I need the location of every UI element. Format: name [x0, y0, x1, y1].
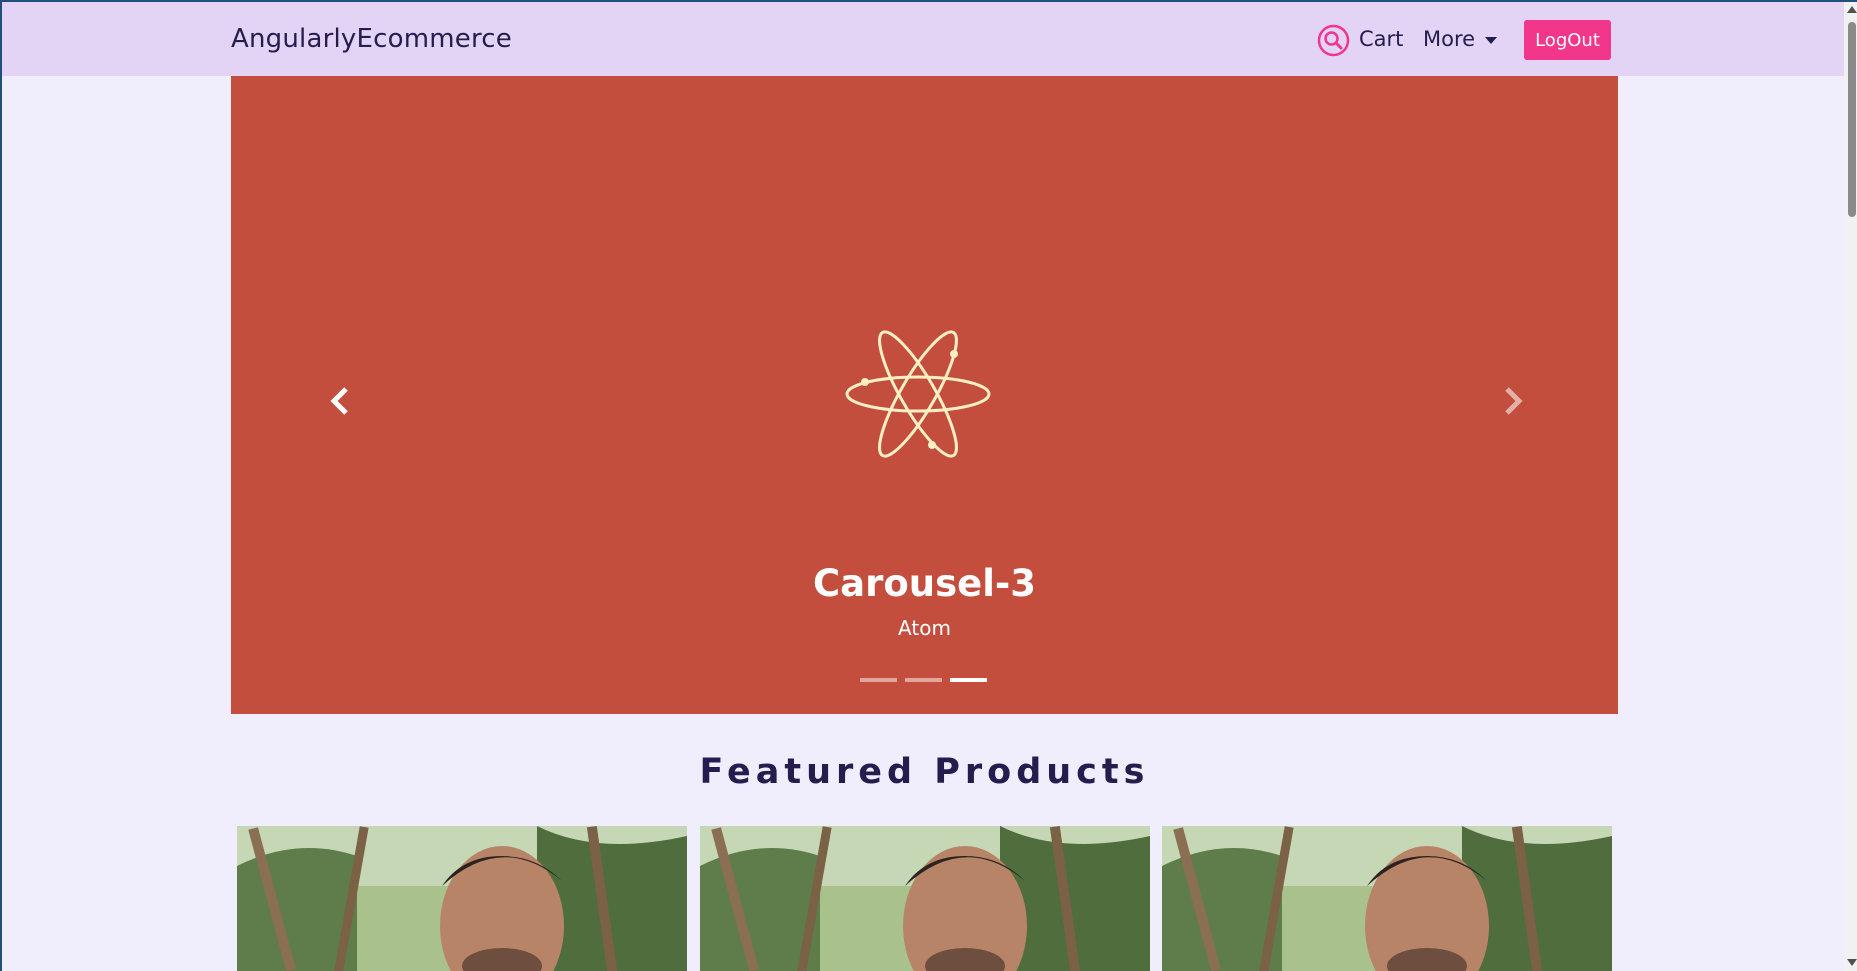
carousel-caption-subtitle: Atom: [898, 616, 951, 640]
chevron-down-icon: [1485, 36, 1498, 44]
carousel-prev-icon[interactable]: [326, 381, 356, 421]
nav-more-label: More: [1423, 27, 1476, 51]
carousel-next-icon[interactable]: [1497, 381, 1527, 421]
product-image: [700, 826, 1150, 971]
carousel-indicator-1[interactable]: [860, 678, 897, 682]
product-image: [237, 826, 687, 971]
featured-products-heading: Featured Products: [699, 752, 1150, 792]
carousel-indicator-3[interactable]: [950, 678, 987, 682]
scroll-up-icon[interactable]: [1847, 6, 1857, 13]
scroll-down-icon[interactable]: [1847, 959, 1857, 966]
product-card[interactable]: [237, 826, 687, 971]
carousel-caption-title: Carousel-3: [812, 562, 1037, 605]
page-scrollbar[interactable]: [1844, 2, 1857, 971]
scrollbar-thumb[interactable]: [1848, 22, 1856, 217]
atom-icon: [845, 330, 991, 458]
navbar: AngularlyEcommerce Cart More LogOut: [2, 2, 1844, 76]
brand-logo[interactable]: AngularlyEcommerce: [231, 24, 512, 54]
logout-button[interactable]: LogOut: [1524, 20, 1611, 60]
product-card[interactable]: [700, 826, 1150, 971]
nav-more-dropdown[interactable]: More: [1423, 27, 1498, 51]
carousel-indicators: [860, 678, 987, 682]
carousel-indicator-2[interactable]: [905, 678, 942, 682]
hero-carousel: Carousel-3 Atom: [231, 76, 1618, 714]
product-card[interactable]: [1162, 826, 1612, 971]
search-icon[interactable]: [1317, 24, 1350, 57]
product-image: [1162, 826, 1612, 971]
nav-cart-link[interactable]: Cart: [1359, 27, 1403, 51]
